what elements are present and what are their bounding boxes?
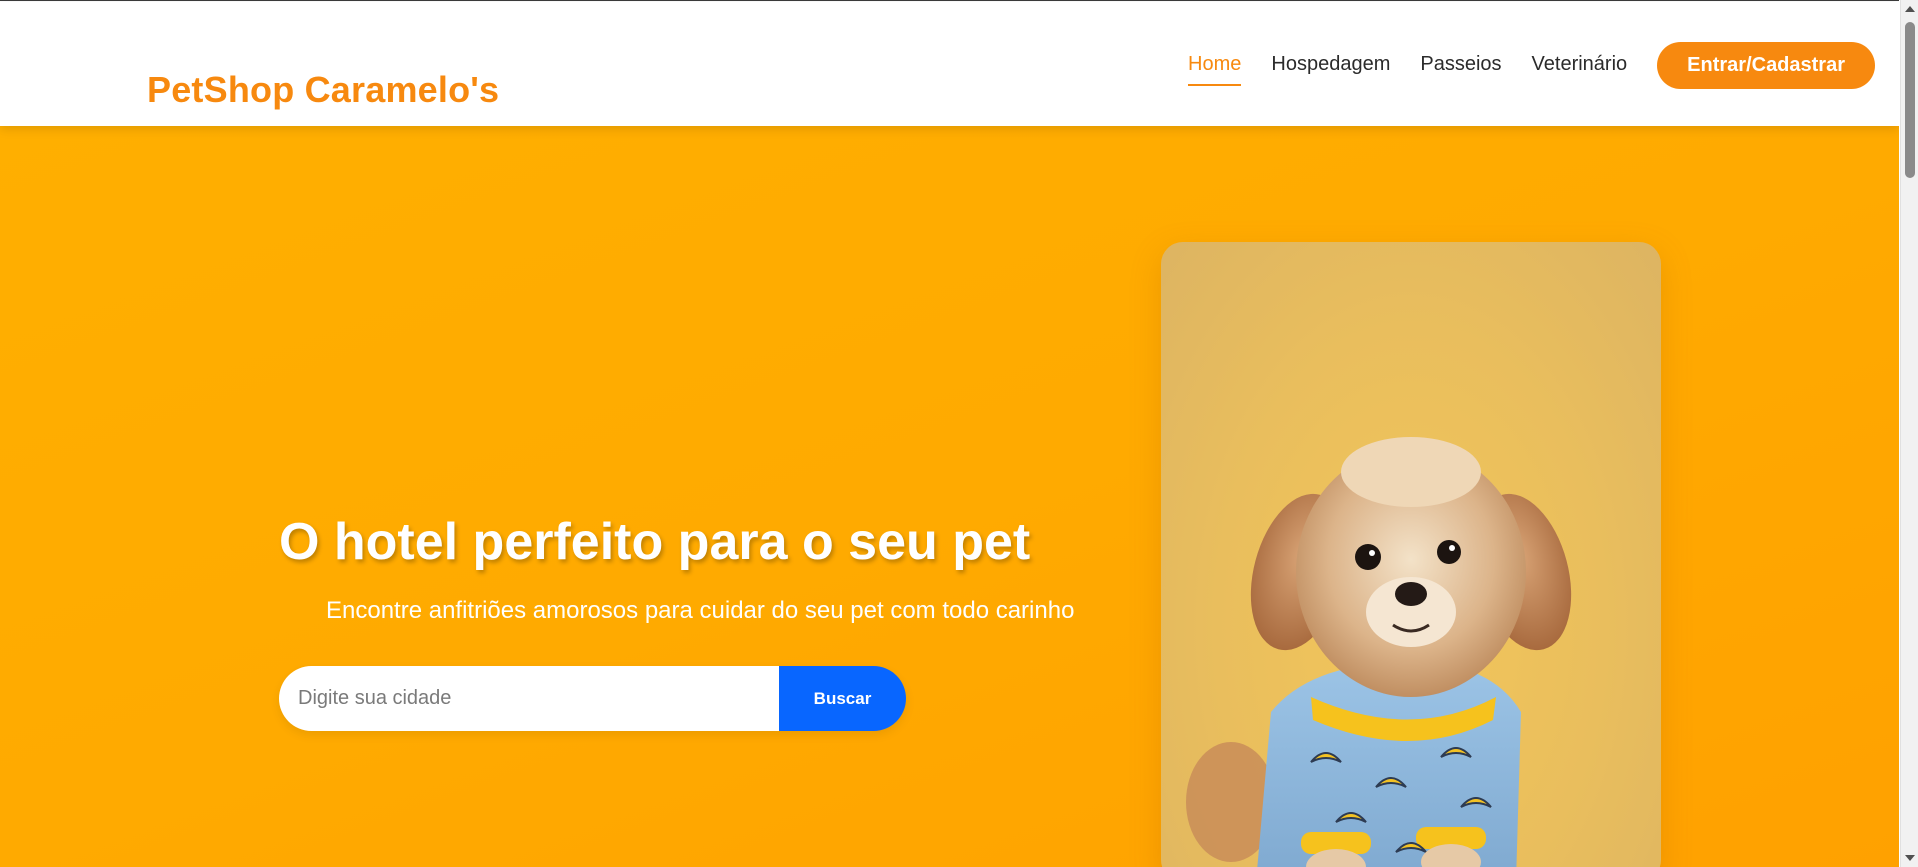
nav-passeios[interactable]: Passeios [1420, 45, 1501, 86]
nav-hospedagem[interactable]: Hospedagem [1271, 45, 1390, 86]
puppy-illustration [1186, 437, 1572, 867]
page: PetShop Caramelo's Home Hospedagem Passe… [0, 0, 1899, 867]
nav-home[interactable]: Home [1188, 45, 1242, 86]
city-search-input[interactable] [279, 666, 779, 731]
nav-veterinario[interactable]: Veterinário [1532, 45, 1628, 86]
hero-subtitle: Encontre anfitriões amorosos para cuidar… [326, 597, 1075, 624]
search-button[interactable]: Buscar [779, 666, 906, 731]
scroll-up-arrow-icon[interactable] [1905, 6, 1915, 12]
city-search-form: Buscar [279, 666, 906, 731]
site-header: PetShop Caramelo's Home Hospedagem Passe… [0, 2, 1899, 126]
hero-title: O hotel perfeito para o seu pet [279, 513, 1031, 571]
dog-photo [1161, 242, 1661, 867]
site-logo[interactable]: PetShop Caramelo's [147, 69, 499, 111]
hero-section: O hotel perfeito para o seu pet Encontre… [0, 126, 1899, 867]
login-signup-button[interactable]: Entrar/Cadastrar [1657, 41, 1875, 89]
scrollbar-thumb[interactable] [1905, 22, 1915, 178]
scroll-down-arrow-icon[interactable] [1905, 855, 1915, 861]
main-nav: Home Hospedagem Passeios Veterinário Ent… [1188, 41, 1875, 89]
page-scrollbar[interactable] [1900, 0, 1918, 867]
